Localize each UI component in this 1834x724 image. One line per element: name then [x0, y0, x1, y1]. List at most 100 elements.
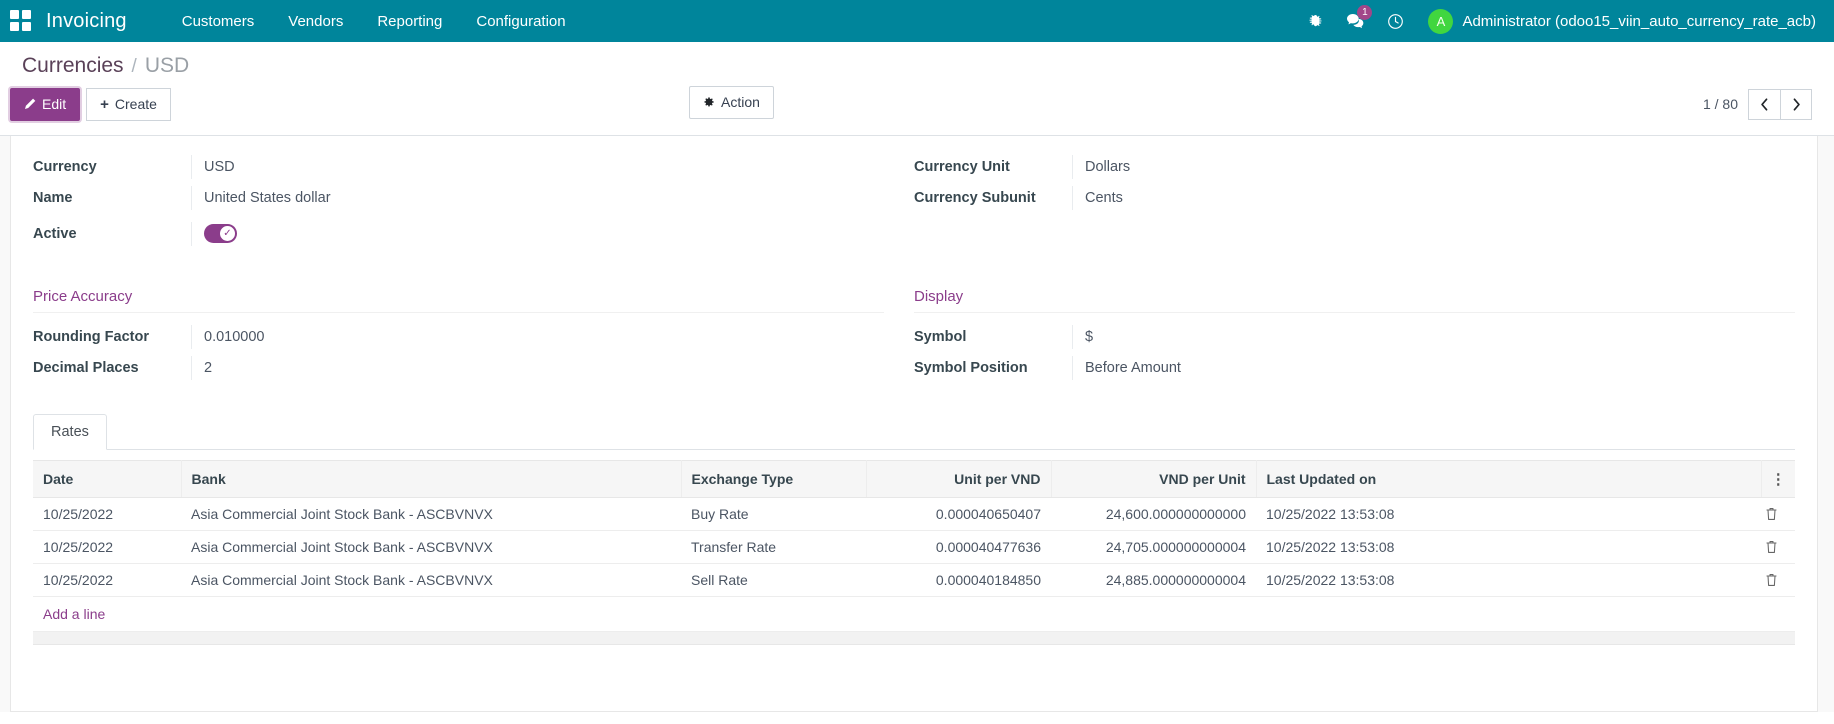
trash-icon [1765, 540, 1778, 554]
table-row[interactable]: 10/25/2022 Asia Commercial Joint Stock B… [33, 497, 1795, 530]
chevron-left-icon [1760, 98, 1769, 111]
delete-row-button[interactable] [1761, 563, 1795, 596]
field-decimal-places-value[interactable]: 2 [191, 356, 884, 380]
control-panel: Currencies / USD Edit + Create [0, 42, 1834, 136]
table-row[interactable]: 10/25/2022 Asia Commercial Joint Stock B… [33, 563, 1795, 596]
breadcrumb: Currencies / USD [0, 42, 1834, 84]
field-rounding-factor-value[interactable]: 0.010000 [191, 325, 884, 349]
add-a-line-link[interactable]: Add a line [33, 597, 115, 631]
form-sheet: Currency USD Name United States dollar A… [10, 136, 1818, 712]
group-display: Display Symbol $ Symbol Position Before … [914, 288, 1795, 384]
menu-item-configuration[interactable]: Configuration [459, 7, 582, 36]
cell-vnd-per-unit: 24,885.000000000004 [1051, 563, 1256, 596]
field-group-right: Currency Unit Dollars Currency Subunit C… [914, 152, 1795, 254]
table-row[interactable]: 10/25/2022 Asia Commercial Joint Stock B… [33, 530, 1795, 563]
delete-row-button[interactable] [1761, 497, 1795, 530]
top-navbar: Invoicing Customers Vendors Reporting Co… [0, 0, 1834, 42]
options-kebab-icon[interactable]: ⋮ [1771, 471, 1786, 488]
check-icon: ✓ [220, 226, 235, 241]
cell-last-updated-on: 10/25/2022 13:53:08 [1256, 497, 1761, 530]
group-price-accuracy: Price Accuracy Rounding Factor 0.010000 … [33, 288, 914, 384]
cell-bank: Asia Commercial Joint Stock Bank - ASCBV… [181, 563, 681, 596]
th-unit-per-vnd[interactable]: Unit per VND [866, 460, 1051, 497]
th-options[interactable]: ⋮ [1761, 460, 1795, 497]
clock-icon[interactable] [1378, 4, 1412, 38]
messaging-icon[interactable]: 1 [1338, 4, 1372, 38]
trash-icon [1765, 507, 1778, 521]
field-rounding-factor: Rounding Factor 0.010000 [33, 322, 884, 353]
field-symbol: Symbol $ [914, 322, 1795, 353]
field-group-left: Currency USD Name United States dollar A… [33, 152, 914, 254]
control-panel-buttons: Edit + Create Action 1 / 80 [0, 84, 1834, 135]
field-currency-value[interactable]: USD [191, 155, 884, 179]
edit-button[interactable]: Edit [10, 88, 80, 121]
field-currency-unit-value[interactable]: Dollars [1072, 155, 1795, 179]
apps-grid-icon[interactable] [10, 10, 32, 32]
cell-unit-per-vnd: 0.000040650407 [866, 497, 1051, 530]
tab-rates[interactable]: Rates [33, 414, 107, 450]
cell-unit-per-vnd: 0.000040184850 [866, 563, 1051, 596]
field-currency-unit: Currency Unit Dollars [914, 152, 1795, 183]
action-button[interactable]: Action [689, 86, 774, 119]
record-action-buttons: Edit + Create [10, 88, 171, 121]
bug-icon[interactable] [1298, 4, 1332, 38]
delete-row-button[interactable] [1761, 530, 1795, 563]
menu-item-vendors[interactable]: Vendors [271, 7, 360, 36]
th-exchange-type[interactable]: Exchange Type [681, 460, 866, 497]
field-currency-subunit-value[interactable]: Cents [1072, 186, 1795, 210]
menu-item-reporting[interactable]: Reporting [360, 7, 459, 36]
create-button[interactable]: + Create [86, 88, 171, 121]
field-active-label: Active [33, 226, 191, 242]
cell-last-updated-on: 10/25/2022 13:53:08 [1256, 530, 1761, 563]
messaging-badge: 1 [1357, 5, 1372, 20]
create-button-label: Create [115, 96, 157, 113]
field-rounding-factor-label: Rounding Factor [33, 329, 191, 345]
menu-item-customers[interactable]: Customers [165, 7, 272, 36]
action-menu-wrap: Action [689, 86, 774, 119]
cell-vnd-per-unit: 24,705.000000000004 [1051, 530, 1256, 563]
cell-bank: Asia Commercial Joint Stock Bank - ASCBV… [181, 530, 681, 563]
cell-date: 10/25/2022 [33, 497, 181, 530]
rates-table-body: 10/25/2022 Asia Commercial Joint Stock B… [33, 497, 1795, 631]
breadcrumb-separator: / [132, 56, 137, 78]
cell-bank: Asia Commercial Joint Stock Bank - ASCBV… [181, 497, 681, 530]
cell-date: 10/25/2022 [33, 563, 181, 596]
group-price-accuracy-title: Price Accuracy [33, 288, 884, 313]
navbar-right-tools: 1 A Administrator (odoo15_viin_auto_curr… [1298, 4, 1820, 38]
pager-next-button[interactable] [1780, 89, 1812, 120]
pager-count: 1 / 80 [1703, 96, 1738, 112]
pager-previous-button[interactable] [1748, 89, 1780, 120]
field-currency: Currency USD [33, 152, 884, 183]
notebook: Rates Date Bank Exchange Type Unit per V… [33, 414, 1795, 645]
field-active: Active ✓ [33, 214, 884, 254]
trash-icon [1765, 573, 1778, 587]
app-brand-invoicing[interactable]: Invoicing [46, 10, 127, 33]
edit-button-label: Edit [42, 96, 66, 113]
field-decimal-places: Decimal Places 2 [33, 353, 884, 384]
th-bank[interactable]: Bank [181, 460, 681, 497]
field-symbol-value[interactable]: $ [1072, 325, 1795, 349]
field-currency-subunit-label: Currency Subunit [914, 190, 1072, 206]
field-name-value[interactable]: United States dollar [191, 186, 884, 210]
group-spacer [33, 254, 1795, 288]
field-active-value: ✓ [191, 222, 884, 246]
cell-date: 10/25/2022 [33, 530, 181, 563]
th-vnd-per-unit[interactable]: VND per Unit [1051, 460, 1256, 497]
cell-last-updated-on: 10/25/2022 13:53:08 [1256, 563, 1761, 596]
cell-exchange-type: Sell Rate [681, 563, 866, 596]
notebook-tabs: Rates [33, 414, 1795, 450]
secondary-field-groups: Price Accuracy Rounding Factor 0.010000 … [33, 288, 1795, 384]
add-line-row: Add a line [33, 596, 1795, 631]
main-field-groups: Currency USD Name United States dollar A… [33, 152, 1795, 254]
th-date[interactable]: Date [33, 460, 181, 497]
group-display-title: Display [914, 288, 1795, 313]
user-menu[interactable]: A Administrator (odoo15_viin_auto_curren… [1418, 9, 1820, 34]
th-last-updated-on[interactable]: Last Updated on [1256, 460, 1761, 497]
breadcrumb-current-usd: USD [145, 54, 189, 78]
breadcrumb-parent-currencies[interactable]: Currencies [22, 54, 124, 78]
field-currency-label: Currency [33, 159, 191, 175]
rates-table: Date Bank Exchange Type Unit per VND VND… [33, 460, 1795, 631]
plus-icon: + [100, 97, 109, 112]
active-toggle[interactable]: ✓ [204, 224, 237, 243]
field-symbol-position-value[interactable]: Before Amount [1072, 356, 1795, 380]
